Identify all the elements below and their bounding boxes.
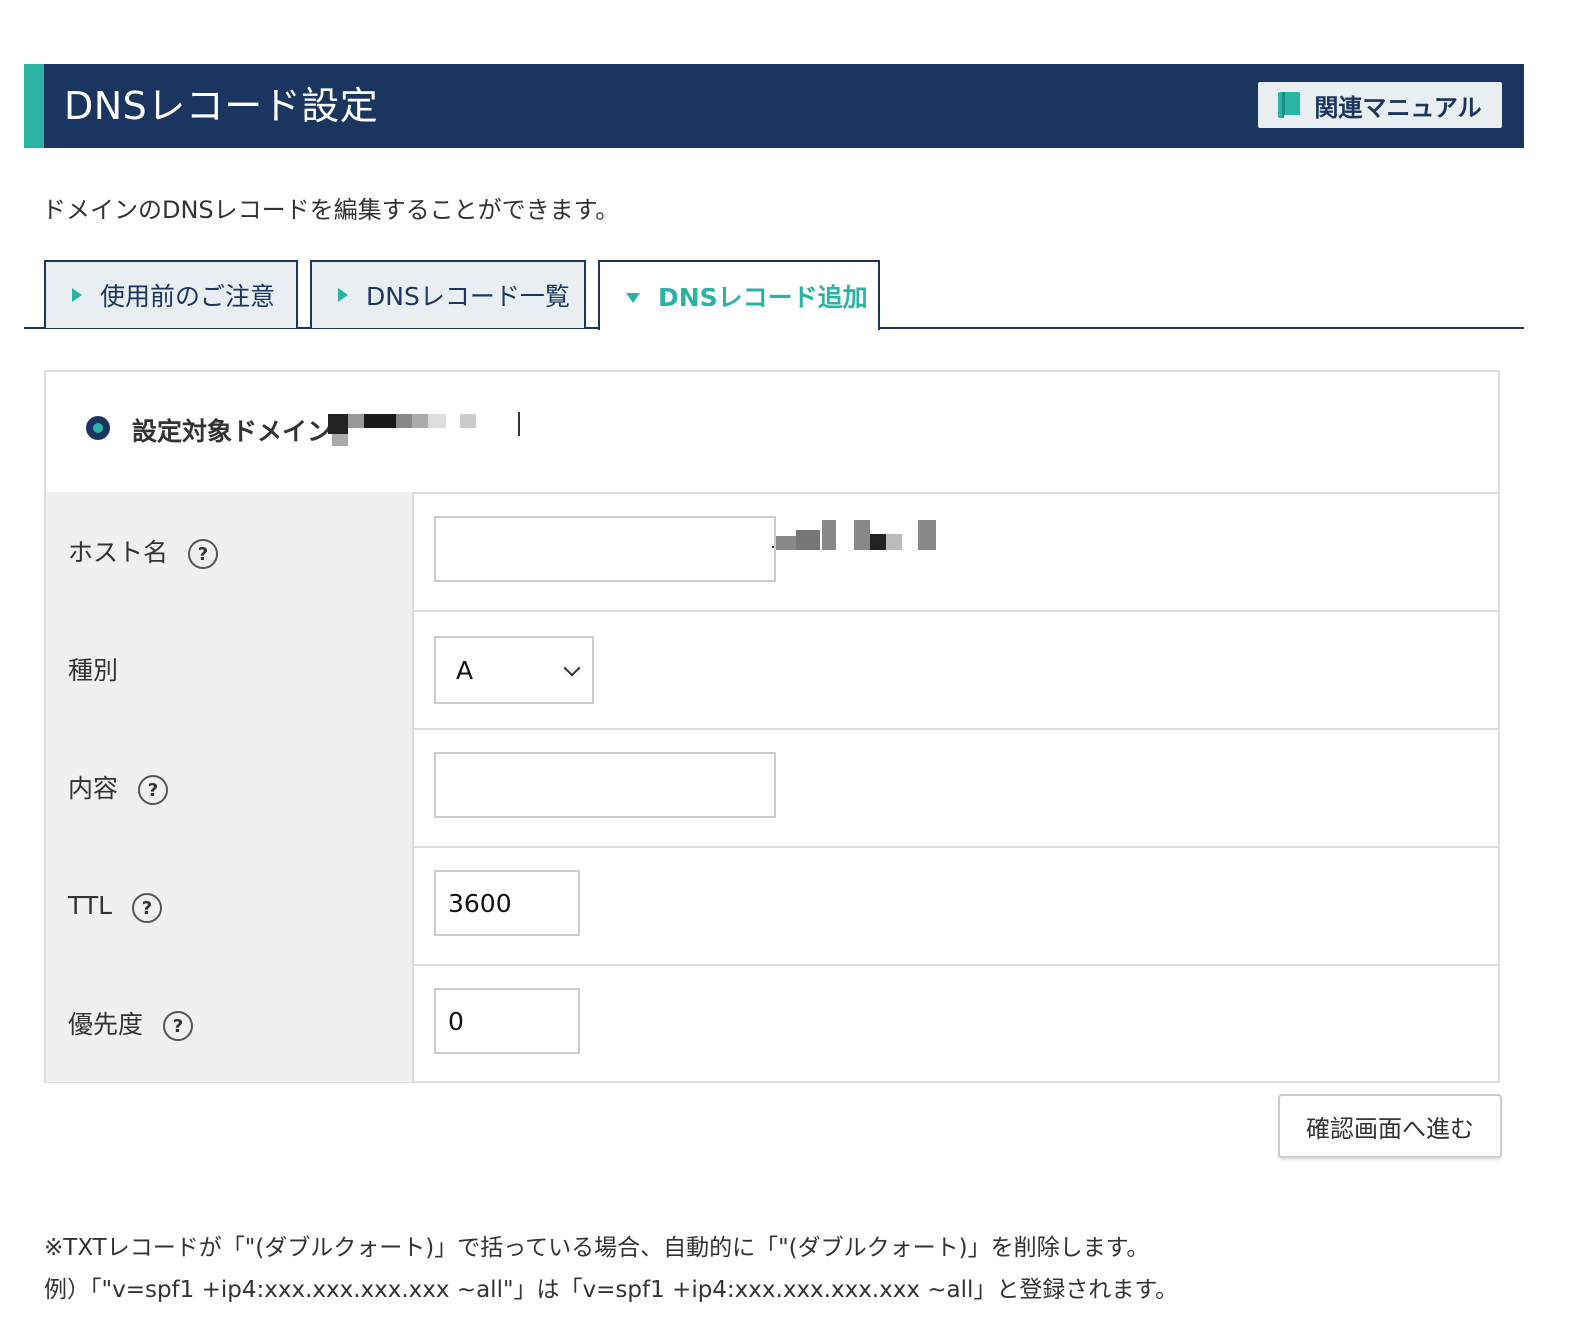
related-manual-button[interactable]: 関連マニュアル bbox=[1258, 82, 1502, 128]
target-domain-label: 設定対象ドメイン bbox=[132, 417, 333, 446]
priority-input[interactable]: 0 bbox=[434, 988, 580, 1054]
form-row-type: 種別 A bbox=[46, 610, 1498, 730]
content-input[interactable] bbox=[434, 752, 776, 818]
target-domain-row: 設定対象ドメイン bbox=[46, 372, 1498, 494]
type-label: 種別 bbox=[68, 656, 119, 685]
tab-dns-record-list[interactable]: DNSレコード一覧 bbox=[310, 260, 586, 328]
priority-label: 優先度 bbox=[68, 1010, 144, 1039]
help-icon[interactable]: ? bbox=[163, 1011, 194, 1041]
help-icon[interactable]: ? bbox=[132, 893, 163, 923]
dns-record-form: 設定対象ドメイン ホスト名 ? 種別 A 内容 ? TTL ? 3600 優先度… bbox=[44, 370, 1500, 1083]
help-icon[interactable]: ? bbox=[188, 539, 219, 569]
triangle-right-icon bbox=[338, 288, 348, 302]
tab-label: 使用前のご注意 bbox=[100, 282, 276, 311]
label-cell: TTL ? bbox=[46, 846, 414, 964]
content-label: 内容 bbox=[68, 774, 119, 803]
header-accent-bar bbox=[24, 64, 44, 148]
hostname-input[interactable] bbox=[434, 516, 776, 582]
form-row-content: 内容 ? bbox=[46, 728, 1498, 848]
label-cell: 内容 ? bbox=[46, 728, 414, 846]
label-cell: 種別 bbox=[46, 610, 414, 728]
radio-selected-icon bbox=[86, 416, 110, 440]
hostname-label: ホスト名 bbox=[68, 538, 169, 567]
record-type-value: A bbox=[456, 655, 474, 685]
page-description: ドメインのDNSレコードを編集することができます。 bbox=[42, 196, 620, 224]
triangle-right-icon bbox=[72, 288, 82, 302]
txt-note: ※TXTレコードが「"(ダブルクォート)」で括っている場合、自動的に「"(ダブル… bbox=[44, 1235, 1150, 1261]
txt-example-note: 例）「"v=spf1 +ip4:xxx.xxx.xxx.xxx ~all"」は「… bbox=[44, 1277, 1179, 1303]
tab-label: DNSレコード追加 bbox=[658, 283, 868, 312]
chevron-down-icon bbox=[563, 659, 581, 677]
form-row-priority: 優先度 ? 0 bbox=[46, 964, 1498, 1082]
tab-precautions[interactable]: 使用前のご注意 bbox=[44, 260, 298, 328]
help-icon[interactable]: ? bbox=[138, 775, 169, 805]
ttl-input[interactable]: 3600 bbox=[434, 870, 580, 936]
form-row-hostname: ホスト名 ? bbox=[46, 492, 1498, 612]
page-title: DNSレコード設定 bbox=[64, 84, 379, 128]
book-icon bbox=[1278, 92, 1301, 118]
form-row-ttl: TTL ? 3600 bbox=[46, 846, 1498, 966]
tab-dns-record-add[interactable]: DNSレコード追加 bbox=[598, 260, 880, 330]
page-header: DNSレコード設定 関連マニュアル bbox=[24, 64, 1524, 148]
ttl-label: TTL bbox=[68, 890, 113, 920]
triangle-down-icon bbox=[626, 293, 640, 303]
tab-label: DNSレコード一覧 bbox=[366, 282, 570, 311]
proceed-to-confirm-button[interactable]: 確認画面へ進む bbox=[1278, 1094, 1502, 1158]
record-type-select[interactable]: A bbox=[434, 636, 594, 704]
label-cell: ホスト名 ? bbox=[46, 492, 414, 610]
related-manual-label: 関連マニュアル bbox=[1314, 93, 1482, 122]
label-cell: 優先度 ? bbox=[46, 964, 414, 1082]
